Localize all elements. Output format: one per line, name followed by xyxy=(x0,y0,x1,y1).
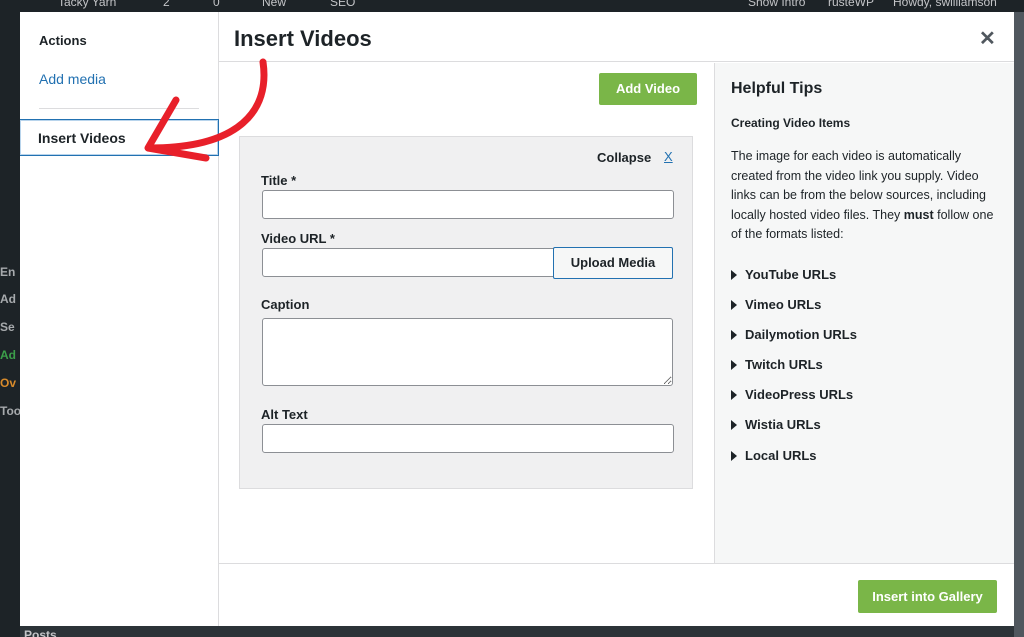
disclosure-triangle-icon xyxy=(731,330,737,340)
video-item-panel: Collapse X Title * Video URL * Upload Me… xyxy=(239,136,693,489)
insert-into-gallery-button[interactable]: Insert into Gallery xyxy=(858,580,997,613)
disclosure-triangle-icon xyxy=(731,451,737,461)
background-strip xyxy=(1014,12,1024,637)
sidebar-divider xyxy=(39,108,199,109)
caption-label: Caption xyxy=(261,297,310,312)
tip-label: YouTube URLs xyxy=(745,267,837,282)
howdy-user[interactable]: Howdy, swilliamson xyxy=(893,0,997,9)
wp-admin-bar: Tacky Yarn 2 0 New SEO Show Intro rusteW… xyxy=(0,0,1024,12)
wp-sidebar-item[interactable]: Ad xyxy=(0,292,20,306)
disclosure-triangle-icon xyxy=(731,300,737,310)
alt-text-label: Alt Text xyxy=(261,407,308,422)
disclosure-triangle-icon xyxy=(731,360,737,370)
tips-subheading: Creating Video Items xyxy=(731,116,851,130)
tip-vimeo[interactable]: Vimeo URLs xyxy=(731,297,821,312)
insert-videos-menu-item[interactable]: Insert Videos xyxy=(20,119,219,156)
tip-local[interactable]: Local URLs xyxy=(731,448,817,463)
background-footer: Posts xyxy=(20,626,1014,637)
modal-footer: Insert into Gallery xyxy=(219,563,1014,626)
site-name[interactable]: Tacky Yarn xyxy=(58,0,116,9)
wp-sidebar-item[interactable]: Ov xyxy=(0,376,20,390)
tip-label: Twitch URLs xyxy=(745,357,823,372)
wp-sidebar-item[interactable]: Se xyxy=(0,320,20,334)
tip-videopress[interactable]: VideoPress URLs xyxy=(731,387,853,402)
modal-title: Insert Videos xyxy=(234,26,372,51)
upload-media-button[interactable]: Upload Media xyxy=(553,247,673,279)
user-short[interactable]: rusteWP xyxy=(828,0,874,9)
tip-label: Vimeo URLs xyxy=(745,297,822,312)
seo-link[interactable]: SEO xyxy=(330,0,355,9)
tip-label: Local URLs xyxy=(745,448,817,463)
comments-count[interactable]: 2 xyxy=(163,0,170,9)
close-icon[interactable]: ✕ xyxy=(979,26,996,51)
insert-videos-modal: Actions Add media Insert Videos Insert V… xyxy=(20,12,1014,626)
modal-content: Add Video Collapse X Title * Video URL *… xyxy=(219,63,714,563)
modal-sidebar: Actions Add media Insert Videos xyxy=(20,12,219,626)
tips-description: The image for each video is automaticall… xyxy=(731,147,1001,245)
tip-twitch[interactable]: Twitch URLs xyxy=(731,357,823,372)
add-video-button[interactable]: Add Video xyxy=(599,73,697,105)
tips-heading: Helpful Tips xyxy=(731,80,823,97)
wp-sidebar-item[interactable]: En xyxy=(0,265,20,279)
pending-count[interactable]: 0 xyxy=(213,0,220,9)
caption-field[interactable] xyxy=(262,318,673,386)
alt-text-field[interactable] xyxy=(262,424,674,453)
helpful-tips-panel: Helpful Tips Creating Video Items The im… xyxy=(714,63,1014,563)
add-media-link[interactable]: Add media xyxy=(39,71,106,87)
disclosure-triangle-icon xyxy=(731,420,737,430)
background-footer-label: Posts xyxy=(24,628,57,637)
disclosure-triangle-icon xyxy=(731,390,737,400)
wp-admin-sidebar: En Ad Se Ad Ov Too xyxy=(0,12,20,637)
show-intro-link[interactable]: Show Intro xyxy=(748,0,805,9)
new-link[interactable]: New xyxy=(262,0,286,9)
tip-dailymotion[interactable]: Dailymotion URLs xyxy=(731,327,857,342)
actions-heading: Actions xyxy=(39,33,87,48)
video-url-label: Video URL * xyxy=(261,231,335,246)
video-url-field[interactable] xyxy=(262,248,554,277)
wp-sidebar-item[interactable]: Ad xyxy=(0,348,20,362)
tip-label: Dailymotion URLs xyxy=(745,327,857,342)
tip-label: Wistia URLs xyxy=(745,417,821,432)
wp-sidebar-item[interactable]: Too xyxy=(0,404,20,418)
title-label: Title * xyxy=(261,173,297,188)
collapse-toggle[interactable]: X xyxy=(664,149,673,164)
tip-label: VideoPress URLs xyxy=(745,387,854,402)
modal-header: Insert Videos ✕ xyxy=(219,12,1014,62)
disclosure-triangle-icon xyxy=(731,270,737,280)
tip-youtube[interactable]: YouTube URLs xyxy=(731,267,836,282)
insert-videos-label: Insert Videos xyxy=(38,130,126,146)
tip-wistia[interactable]: Wistia URLs xyxy=(731,417,821,432)
tips-text-bold: must xyxy=(903,207,934,222)
title-field[interactable] xyxy=(262,190,674,219)
collapse-label: Collapse xyxy=(597,150,652,165)
